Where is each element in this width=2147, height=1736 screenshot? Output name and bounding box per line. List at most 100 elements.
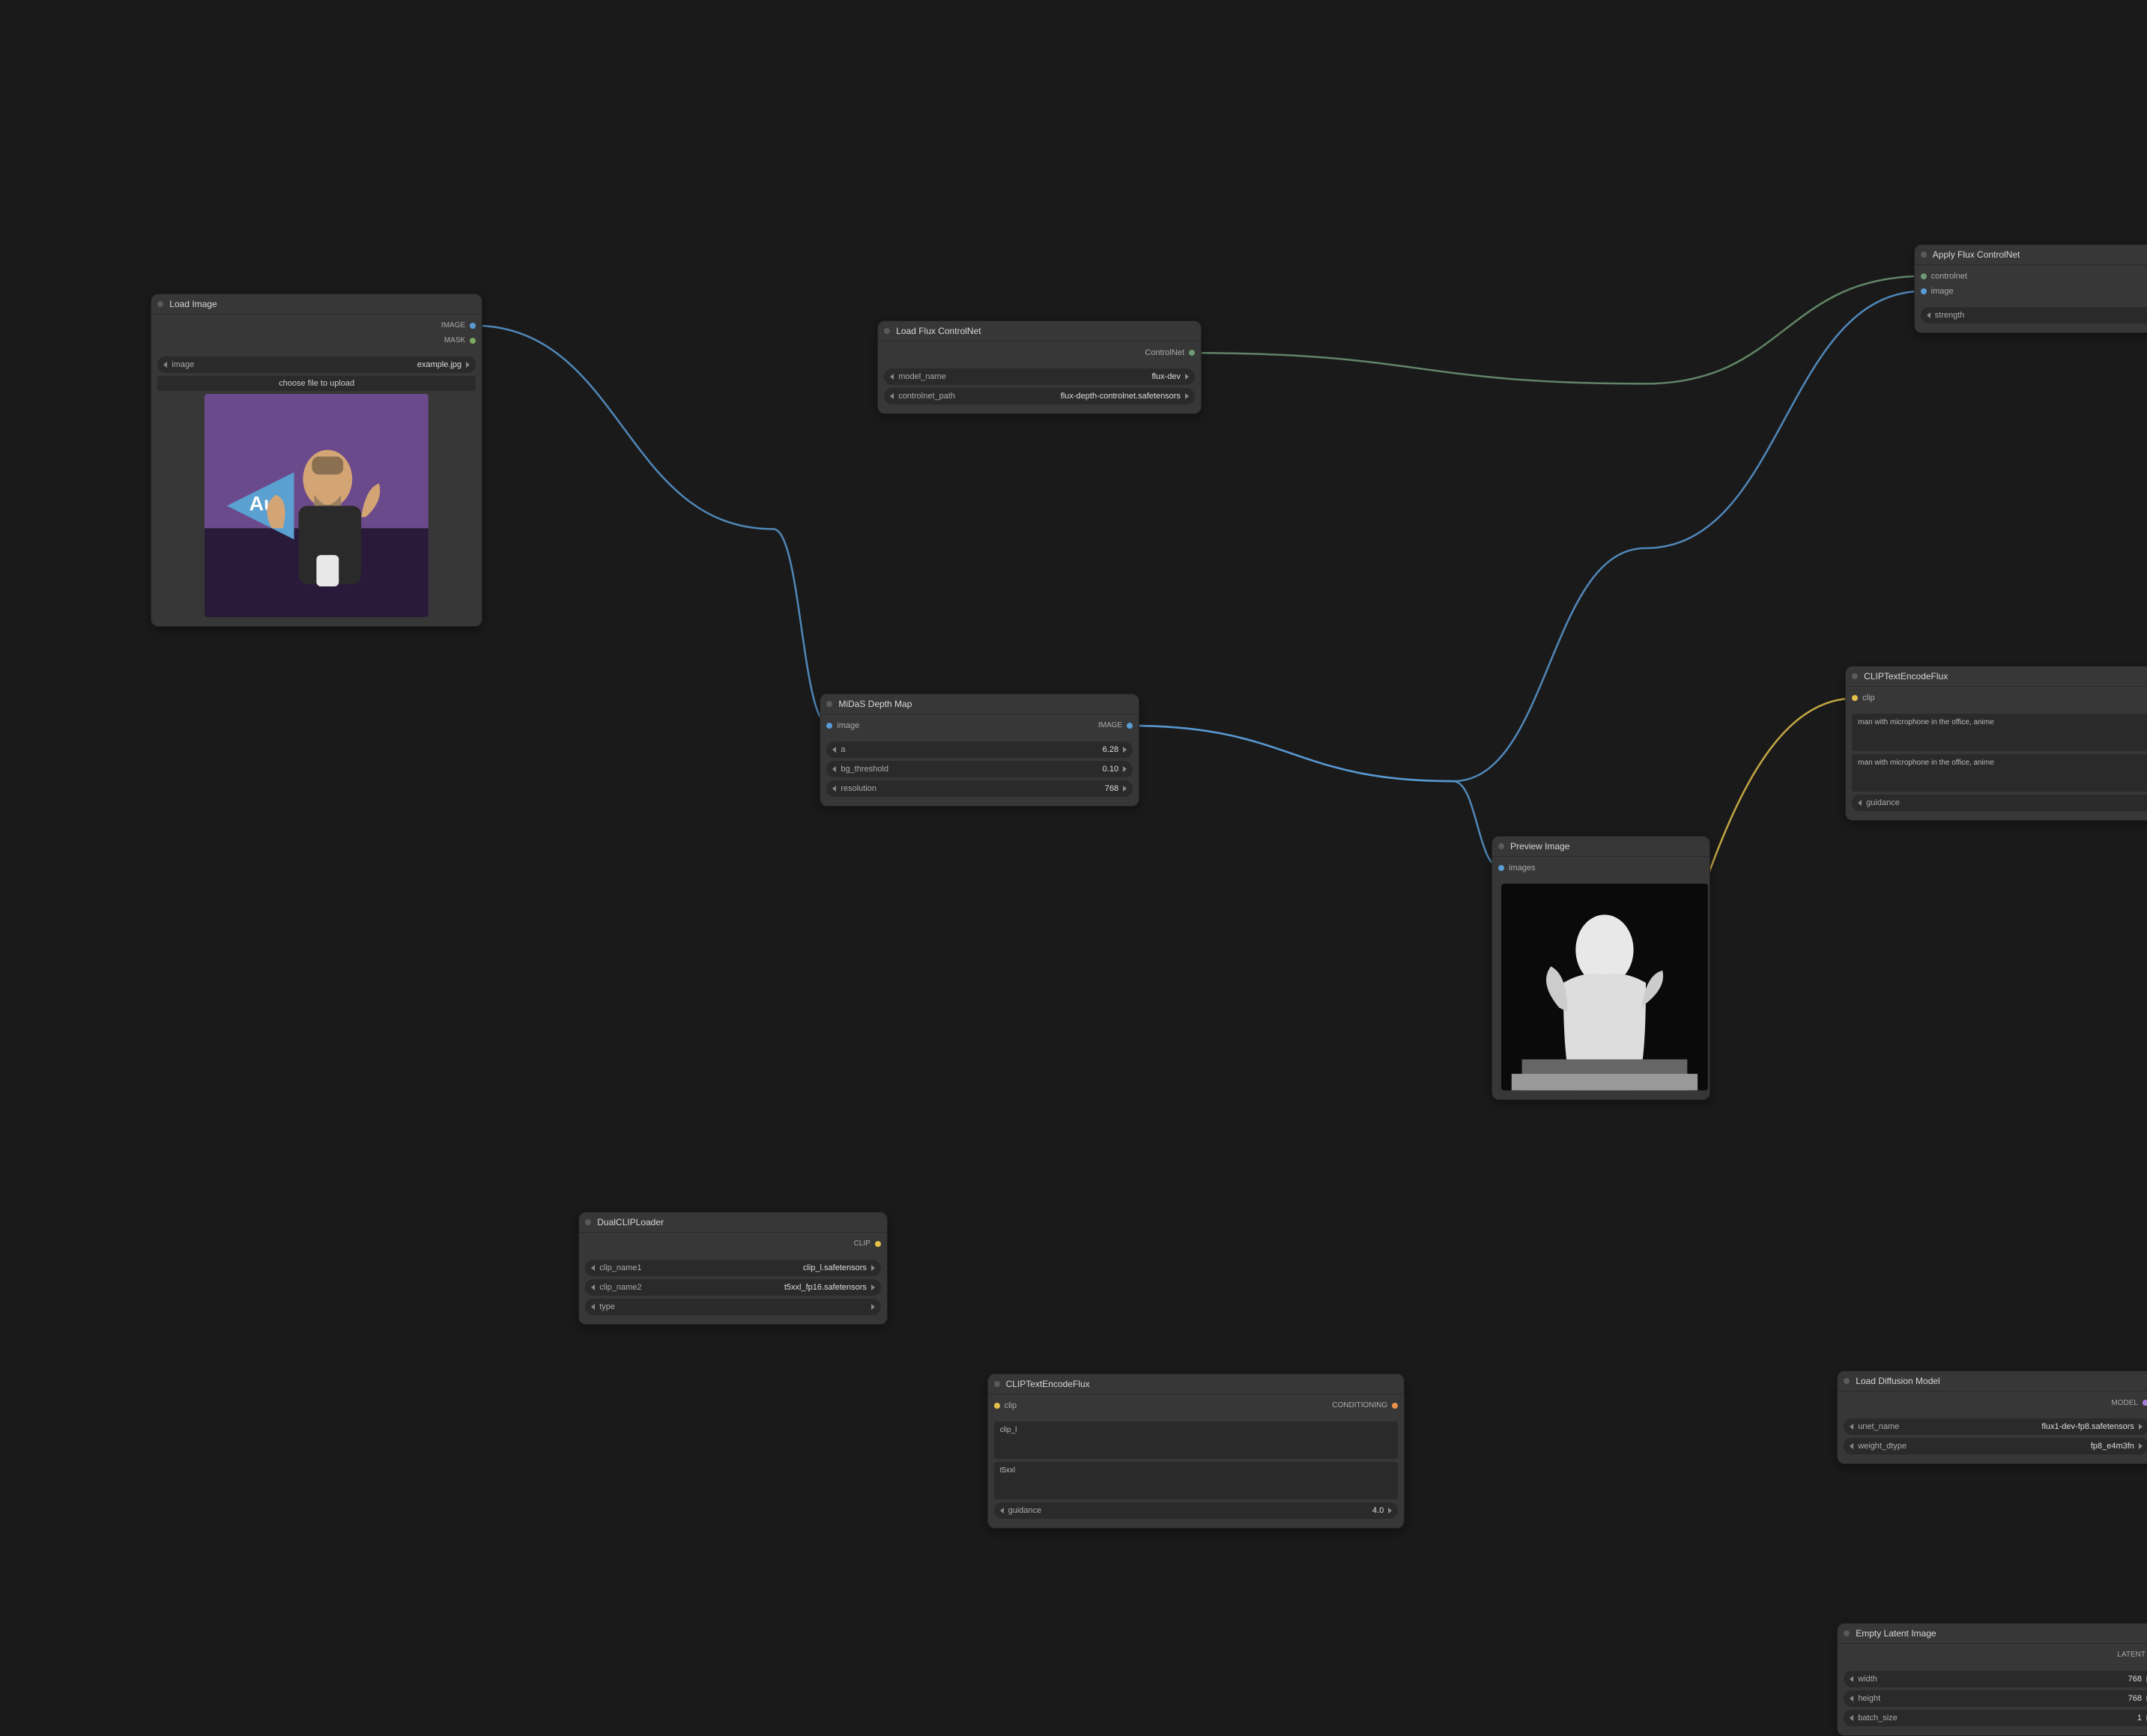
chevron-right-icon[interactable] [2139,1443,2143,1449]
node-title[interactable]: DualCLIPLoader [579,1213,887,1233]
node-dual_clip[interactable]: DualCLIPLoader CLIP clip_name1clip_l.safet… [578,1212,888,1325]
connection-wire[interactable] [1130,291,1924,781]
chevron-left-icon[interactable] [832,766,836,772]
node-midas[interactable]: MiDaS Depth MapimageIMAGEa6.28bg_thresho… [820,694,1139,807]
chevron-left-icon[interactable] [832,747,836,753]
upload-button[interactable]: choose file to upload [157,376,476,391]
chevron-left-icon[interactable] [1850,1424,1853,1430]
widget-clip-name1[interactable]: clip_name1clip_l.safetensors [585,1260,881,1276]
chevron-left-icon[interactable] [1850,1676,1853,1682]
collapse-dot-icon[interactable] [585,1219,591,1225]
widget-clip-name2[interactable]: clip_name2t5xxl_fp16.safetensors [585,1279,881,1296]
node-preview_depth[interactable]: Preview Imageimages [1492,836,1710,1100]
port-output-icon[interactable] [1392,1403,1398,1409]
port-input-icon[interactable] [1921,288,1927,294]
chevron-left-icon[interactable] [591,1284,595,1290]
chevron-right-icon[interactable] [871,1284,875,1290]
widget-batch-size[interactable]: batch_size1 [1844,1710,2147,1726]
node-title[interactable]: Load Flux ControlNet [878,321,1201,342]
node-title[interactable]: Load Diffusion Model [1838,1371,2147,1391]
chevron-right-icon[interactable] [2139,1424,2143,1430]
collapse-dot-icon[interactable] [1921,252,1927,258]
chevron-right-icon[interactable] [1185,393,1189,399]
widget-height[interactable]: height768 [1844,1690,2147,1707]
widget-weight-dtype[interactable]: weight_dtypefp8_e4m3fn [1844,1438,2147,1454]
connection-wire[interactable] [1192,276,1924,384]
widget-image[interactable]: imageexample.jpg [157,356,476,373]
chevron-left-icon[interactable] [163,362,167,368]
widget-unet-name[interactable]: unet_nameflux1-dev-fp8.safetensors [1844,1418,2147,1435]
widget-label: batch_size [1858,1714,1898,1723]
node-clip_encode_neg[interactable]: CLIPTextEncodeFluxclipCONDITIONINGclip_l… [987,1374,1405,1529]
chevron-right-icon[interactable] [1388,1508,1392,1514]
node-load_diffusion[interactable]: Load Diffusion ModelMODELunet_nameflux1-… [1837,1371,2147,1464]
chevron-left-icon[interactable] [890,393,894,399]
chevron-left-icon[interactable] [1000,1508,1004,1514]
node-load_flux_controlnet[interactable]: Load Flux ControlNetControlNetmodel_name… [877,321,1202,414]
text-input[interactable]: man with microphone in the office, anime [1852,754,2147,792]
port-output-icon[interactable] [2143,1400,2147,1406]
port-output-icon[interactable] [1189,350,1195,356]
widget-a[interactable]: a6.28 [826,741,1133,758]
node-title[interactable]: CLIPTextEncodeFlux [988,1374,1405,1394]
port-output-icon[interactable] [1127,723,1133,729]
widget-controlnet-path[interactable]: controlnet_pathflux-depth-controlnet.saf… [884,388,1195,404]
widget-resolution[interactable]: resolution768 [826,780,1133,797]
chevron-right-icon[interactable] [871,1265,875,1271]
node-title[interactable]: Preview Image [1492,837,1710,857]
port-input-icon[interactable] [994,1403,1000,1409]
widget-model-name[interactable]: model_nameflux-dev [884,368,1195,385]
port-output-icon[interactable] [470,323,476,329]
port-output-icon[interactable] [875,1241,881,1247]
chevron-right-icon[interactable] [1123,766,1127,772]
collapse-dot-icon[interactable] [826,701,832,707]
collapse-dot-icon[interactable] [1844,1378,1850,1384]
collapse-dot-icon[interactable] [994,1381,1000,1387]
collapse-dot-icon[interactable] [884,328,890,334]
chevron-left-icon[interactable] [1858,800,1862,806]
chevron-left-icon[interactable] [832,786,836,792]
node-title[interactable]: Apply Flux ControlNet [1915,245,2147,265]
chevron-right-icon[interactable] [1123,747,1127,753]
widget-width[interactable]: width768 [1844,1671,2147,1687]
chevron-left-icon[interactable] [591,1304,595,1310]
node-clip_encode_pos[interactable]: CLIPTextEncodeFluxclipCONDITIONINGman wi… [1845,666,2147,821]
port-output-icon[interactable] [470,338,476,344]
chevron-left-icon[interactable] [890,374,894,380]
chevron-left-icon[interactable] [1850,1715,1853,1721]
chevron-right-icon[interactable] [1123,786,1127,792]
node-title[interactable]: Load Image [151,294,482,315]
chevron-right-icon[interactable] [466,362,470,368]
chevron-right-icon[interactable] [1185,374,1189,380]
widget-strength[interactable]: strength0.86 [1921,307,2147,324]
chevron-left-icon[interactable] [1927,312,1931,318]
collapse-dot-icon[interactable] [1844,1630,1850,1636]
node-apply_flux[interactable]: Apply Flux ControlNetcontrolnetcontrolne… [1914,244,2147,333]
port-input-icon[interactable] [826,723,832,729]
node-empty_latent[interactable]: Empty Latent ImageLATENTwidth768height76… [1837,1623,2147,1736]
node-title[interactable]: CLIPTextEncodeFlux [1846,667,2147,687]
connection-wire[interactable] [473,326,829,726]
collapse-dot-icon[interactable] [1498,843,1504,849]
collapse-dot-icon[interactable] [157,301,163,307]
node-load_image[interactable]: Load ImageIMAGEMASKimageexample.jpgchoos… [151,294,482,628]
text-input[interactable]: t5xxl [994,1462,1399,1499]
widget-guidance[interactable]: guidance4.0 [994,1502,1399,1519]
port-input-icon[interactable] [1852,695,1858,701]
chevron-left-icon[interactable] [1850,1443,1853,1449]
chevron-left-icon[interactable] [1850,1696,1853,1702]
port-input-icon[interactable] [1498,865,1504,871]
node-title[interactable]: MiDaS Depth Map [820,694,1139,714]
chevron-left-icon[interactable] [591,1265,595,1271]
connection-wire[interactable] [1130,726,1501,868]
port-input-icon[interactable] [1921,273,1927,279]
chevron-right-icon[interactable] [871,1304,875,1310]
text-input[interactable]: man with microphone in the office, anime [1852,714,2147,751]
widget-type[interactable]: type [585,1299,881,1315]
collapse-dot-icon[interactable] [1852,673,1858,679]
node-title[interactable]: Empty Latent Image [1838,1624,2147,1644]
port-output-label: CLIP [854,1239,870,1248]
widget-bg-threshold[interactable]: bg_threshold0.10 [826,761,1133,777]
widget-guidance[interactable]: guidance4.0 [1852,795,2147,811]
text-input[interactable]: clip_l [994,1421,1399,1459]
